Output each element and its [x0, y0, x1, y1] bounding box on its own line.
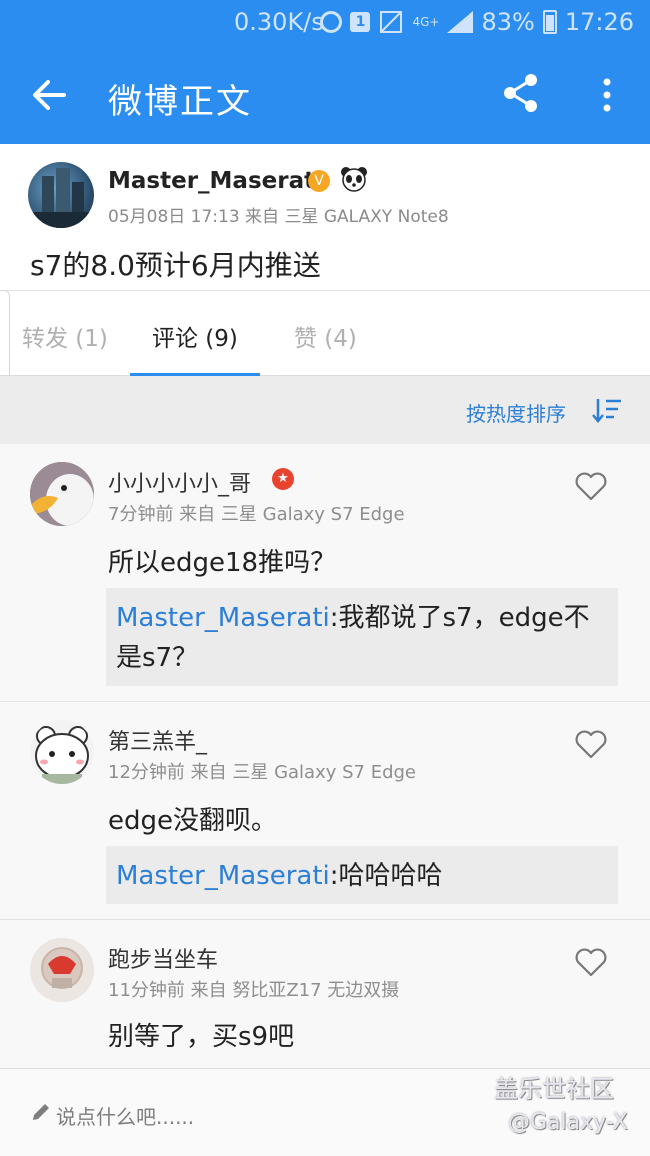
clock: 17:26	[564, 8, 634, 36]
alarm-icon	[320, 11, 343, 33]
comment-item[interactable]: 跑步当坐车 11分钟前 来自 努比亚Z17 无边双摄 别等了，买s9吧	[0, 920, 650, 1068]
status-bar: 0.30K/s 1 4G+ 83% 17:26	[0, 0, 650, 46]
comment-author[interactable]: 小小小小小_哥	[108, 466, 251, 498]
signal-icon	[447, 11, 474, 33]
pencil-icon	[33, 1104, 49, 1120]
comment-item[interactable]: 第三羔羊_ 12分钟前 来自 三星 Galaxy S7 Edge edge没翻呗…	[0, 702, 650, 920]
tab-reposts[interactable]: 转发 (1)	[22, 319, 108, 353]
post-card: Master_Maserati V 05月08日 17:13 来自 三星 GAL…	[0, 144, 650, 290]
comment-meta: 11分钟前 来自 努比亚Z17 无边双摄	[108, 980, 400, 1001]
page-title: 微博正文	[108, 82, 252, 122]
comment-text: edge没翻呗。	[108, 806, 278, 836]
comment-text: 别等了，买s9吧	[108, 1022, 295, 1052]
avatar[interactable]	[30, 938, 94, 1002]
network-speed: 0.30K/s	[234, 8, 324, 36]
sheep-avatar-icon	[30, 720, 94, 784]
comment-text: 所以edge18推吗？	[108, 548, 337, 578]
avatar[interactable]	[28, 162, 94, 228]
verified-badge-icon: V	[308, 170, 330, 192]
battery-icon	[542, 10, 557, 34]
more-vertical-icon[interactable]	[590, 72, 624, 118]
comment-meta: 12分钟前 来自 三星 Galaxy S7 Edge	[108, 762, 417, 783]
reply-author[interactable]: Master_Maserati	[116, 861, 330, 891]
battery-percent: 83%	[481, 8, 535, 36]
avatar[interactable]	[30, 720, 94, 784]
reply-block[interactable]: Master_Maserati:哈哈哈哈	[106, 846, 618, 904]
emblem-avatar-icon	[30, 938, 94, 1002]
watermark-handle: @Galaxy-X	[508, 1110, 628, 1135]
member-badge-icon: ★	[272, 468, 294, 490]
comment-input-placeholder[interactable]: 说点什么吧......	[56, 1101, 194, 1130]
back-arrow-icon[interactable]	[24, 72, 76, 118]
comment-item[interactable]: 小小小小小_哥 ★ 7分钟前 来自 三星 Galaxy S7 Edge 所以ed…	[0, 444, 650, 702]
reply-block[interactable]: Master_Maserati:我都说了s7，edge不是s7？	[106, 588, 618, 686]
post-text: s7的8.0预计6月内推送	[30, 249, 321, 282]
comment-author[interactable]: 跑步当坐车	[108, 942, 218, 974]
sort-button[interactable]: 按热度排序	[466, 398, 566, 427]
tab-likes[interactable]: 赞 (4)	[294, 319, 357, 353]
no-sim-icon	[380, 11, 403, 33]
post-meta: 05月08日 17:13 来自 三星 GALAXY Note8	[108, 207, 449, 227]
heart-icon[interactable]	[574, 946, 608, 978]
app-bar: 微博正文	[0, 46, 650, 144]
heart-icon[interactable]	[574, 728, 608, 760]
heart-icon[interactable]	[574, 470, 608, 502]
reply-text: :哈哈哈哈	[329, 861, 443, 891]
reply-author[interactable]: Master_Maserati	[116, 603, 330, 633]
comment-author[interactable]: 第三羔羊_	[108, 724, 207, 756]
notification-badge-icon: 1	[350, 12, 371, 32]
panda-icon	[341, 167, 367, 192]
status-icons: 1 4G+ 83% 17:26	[320, 8, 634, 36]
post-author-name[interactable]: Master_Maserati	[108, 168, 323, 194]
sort-bar: 按热度排序	[0, 376, 650, 444]
avatar[interactable]	[30, 462, 94, 526]
sort-icon[interactable]	[592, 396, 622, 424]
watermark: 盖乐世社区	[494, 1075, 614, 1103]
comment-meta: 7分钟前 来自 三星 Galaxy S7 Edge	[108, 504, 405, 525]
share-icon[interactable]	[498, 70, 544, 116]
tab-bar: 转发 (1) 评论 (9) 赞 (4)	[0, 290, 650, 377]
duck-avatar-icon	[30, 462, 94, 526]
network-type: 4G+	[412, 15, 440, 29]
tab-comments[interactable]: 评论 (9)	[152, 319, 238, 353]
